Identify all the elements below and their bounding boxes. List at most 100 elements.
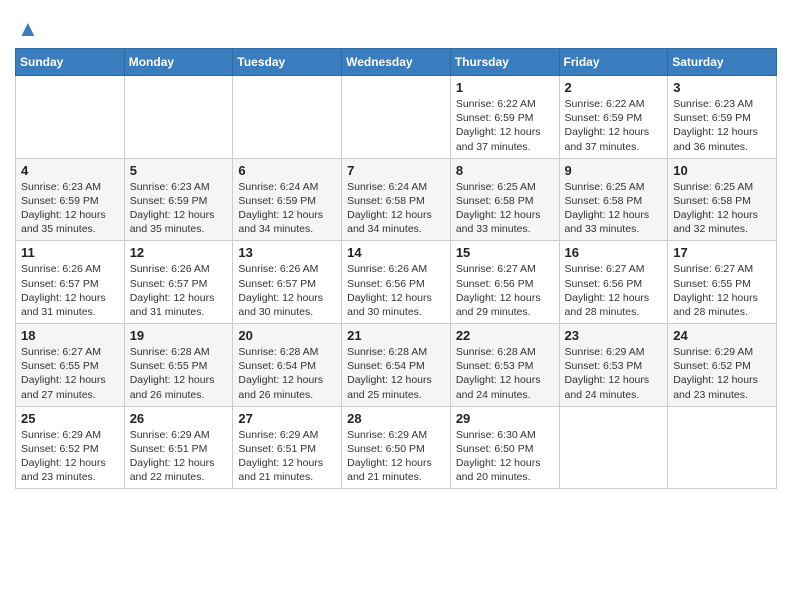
header: ▲ [15, 10, 777, 42]
day-number: 3 [673, 80, 771, 95]
day-number: 9 [565, 163, 663, 178]
day-number: 17 [673, 245, 771, 260]
calendar-day-header: Sunday [16, 49, 125, 76]
day-number: 24 [673, 328, 771, 343]
day-info: Sunrise: 6:23 AM Sunset: 6:59 PM Dayligh… [673, 97, 771, 154]
calendar-cell: 16 Sunrise: 6:27 AM Sunset: 6:56 PM Dayli… [559, 241, 668, 324]
calendar-cell: 9 Sunrise: 6:25 AM Sunset: 6:58 PM Daylig… [559, 158, 668, 241]
calendar-day-header: Saturday [668, 49, 777, 76]
calendar-cell: 18Sunrise: 6:27 AM Sunset: 6:55 PM Dayli… [16, 324, 125, 407]
day-number: 23 [565, 328, 663, 343]
calendar-day-header: Monday [124, 49, 233, 76]
calendar-cell: 10 Sunrise: 6:25 AM Sunset: 6:58 PM Dayli… [668, 158, 777, 241]
day-info: Sunrise: 6:25 AM Sunset: 6:58 PM Dayligh… [456, 180, 554, 237]
day-number: 11 [21, 245, 119, 260]
calendar-cell: 15 Sunrise: 6:27 AM Sunset: 6:56 PM Dayli… [450, 241, 559, 324]
calendar-cell [16, 76, 125, 159]
day-number: 26 [130, 411, 228, 426]
calendar-cell: 11 Sunrise: 6:26 AM Sunset: 6:57 PM Dayli… [16, 241, 125, 324]
day-info: Sunrise: 6:27 AM Sunset: 6:55 PM Dayligh… [673, 262, 771, 319]
day-info: Sunrise: 6:29 AM Sunset: 6:52 PM Dayligh… [21, 428, 119, 485]
calendar-week-row: 4 Sunrise: 6:23 AM Sunset: 6:59 PM Daylig… [16, 158, 777, 241]
calendar-cell: 26 Sunrise: 6:29 AM Sunset: 6:51 PM Dayli… [124, 406, 233, 489]
calendar-cell: 7 Sunrise: 6:24 AM Sunset: 6:58 PM Daylig… [342, 158, 451, 241]
day-info: Sunrise: 6:29 AM Sunset: 6:50 PM Dayligh… [347, 428, 445, 485]
calendar-cell [559, 406, 668, 489]
day-info: Sunrise: 6:23 AM Sunset: 6:59 PM Dayligh… [130, 180, 228, 237]
day-info: Sunrise: 6:28 AM Sunset: 6:54 PM Dayligh… [238, 345, 336, 402]
calendar-cell: 24 Sunrise: 6:29 AM Sunset: 6:52 PM Dayli… [668, 324, 777, 407]
calendar-table: SundayMondayTuesdayWednesdayThursdayFrid… [15, 48, 777, 489]
day-info: Sunrise: 6:27 AM Sunset: 6:55 PM Dayligh… [21, 345, 119, 402]
day-info: Sunrise: 6:25 AM Sunset: 6:58 PM Dayligh… [565, 180, 663, 237]
day-info: Sunrise: 6:30 AM Sunset: 6:50 PM Dayligh… [456, 428, 554, 485]
day-info: Sunrise: 6:26 AM Sunset: 6:57 PM Dayligh… [238, 262, 336, 319]
calendar-day-header: Thursday [450, 49, 559, 76]
day-info: Sunrise: 6:27 AM Sunset: 6:56 PM Dayligh… [456, 262, 554, 319]
calendar-cell: 20 Sunrise: 6:28 AM Sunset: 6:54 PM Dayli… [233, 324, 342, 407]
calendar-cell: 2 Sunrise: 6:22 AM Sunset: 6:59 PM Daylig… [559, 76, 668, 159]
calendar-day-header: Wednesday [342, 49, 451, 76]
day-info: Sunrise: 6:26 AM Sunset: 6:57 PM Dayligh… [21, 262, 119, 319]
calendar-cell: 12Sunrise: 6:26 AM Sunset: 6:57 PM Dayli… [124, 241, 233, 324]
day-number: 22 [456, 328, 554, 343]
calendar-week-row: 25 Sunrise: 6:29 AM Sunset: 6:52 PM Dayli… [16, 406, 777, 489]
day-number: 20 [238, 328, 336, 343]
day-info: Sunrise: 6:24 AM Sunset: 6:59 PM Dayligh… [238, 180, 336, 237]
calendar-cell [342, 76, 451, 159]
day-number: 6 [238, 163, 336, 178]
day-info: Sunrise: 6:29 AM Sunset: 6:52 PM Dayligh… [673, 345, 771, 402]
day-number: 28 [347, 411, 445, 426]
calendar-cell: 14Sunrise: 6:26 AM Sunset: 6:56 PM Dayli… [342, 241, 451, 324]
day-number: 19 [130, 328, 228, 343]
calendar-cell: 29 Sunrise: 6:30 AM Sunset: 6:50 PM Dayli… [450, 406, 559, 489]
day-number: 27 [238, 411, 336, 426]
calendar-header: SundayMondayTuesdayWednesdayThursdayFrid… [16, 49, 777, 76]
calendar-cell: 28 Sunrise: 6:29 AM Sunset: 6:50 PM Dayli… [342, 406, 451, 489]
day-info: Sunrise: 6:22 AM Sunset: 6:59 PM Dayligh… [565, 97, 663, 154]
day-number: 7 [347, 163, 445, 178]
calendar-cell [124, 76, 233, 159]
day-number: 29 [456, 411, 554, 426]
calendar-cell: 4Sunrise: 6:23 AM Sunset: 6:59 PM Daylig… [16, 158, 125, 241]
calendar-cell: 3 Sunrise: 6:23 AM Sunset: 6:59 PM Daylig… [668, 76, 777, 159]
calendar-cell: 23 Sunrise: 6:29 AM Sunset: 6:53 PM Dayli… [559, 324, 668, 407]
calendar-week-row: 18Sunrise: 6:27 AM Sunset: 6:55 PM Dayli… [16, 324, 777, 407]
day-number: 21 [347, 328, 445, 343]
day-info: Sunrise: 6:29 AM Sunset: 6:51 PM Dayligh… [238, 428, 336, 485]
calendar-cell: 21 Sunrise: 6:28 AM Sunset: 6:54 PM Dayli… [342, 324, 451, 407]
day-number: 15 [456, 245, 554, 260]
day-number: 25 [21, 411, 119, 426]
day-info: Sunrise: 6:29 AM Sunset: 6:53 PM Dayligh… [565, 345, 663, 402]
day-number: 2 [565, 80, 663, 95]
calendar-cell [668, 406, 777, 489]
day-number: 12 [130, 245, 228, 260]
day-info: Sunrise: 6:22 AM Sunset: 6:59 PM Dayligh… [456, 97, 554, 154]
day-info: Sunrise: 6:29 AM Sunset: 6:51 PM Dayligh… [130, 428, 228, 485]
logo: ▲ [15, 16, 39, 42]
calendar-cell: 6 Sunrise: 6:24 AM Sunset: 6:59 PM Daylig… [233, 158, 342, 241]
day-info: Sunrise: 6:28 AM Sunset: 6:53 PM Dayligh… [456, 345, 554, 402]
day-number: 16 [565, 245, 663, 260]
day-number: 14 [347, 245, 445, 260]
calendar-cell: 13Sunrise: 6:26 AM Sunset: 6:57 PM Dayli… [233, 241, 342, 324]
calendar-week-row: 1Sunrise: 6:22 AM Sunset: 6:59 PM Daylig… [16, 76, 777, 159]
day-info: Sunrise: 6:28 AM Sunset: 6:54 PM Dayligh… [347, 345, 445, 402]
day-number: 8 [456, 163, 554, 178]
calendar-day-header: Tuesday [233, 49, 342, 76]
day-info: Sunrise: 6:27 AM Sunset: 6:56 PM Dayligh… [565, 262, 663, 319]
day-info: Sunrise: 6:25 AM Sunset: 6:58 PM Dayligh… [673, 180, 771, 237]
calendar-cell: 27 Sunrise: 6:29 AM Sunset: 6:51 PM Dayli… [233, 406, 342, 489]
logo-bird-icon: ▲ [17, 16, 39, 41]
calendar-week-row: 11 Sunrise: 6:26 AM Sunset: 6:57 PM Dayli… [16, 241, 777, 324]
calendar-cell: 25 Sunrise: 6:29 AM Sunset: 6:52 PM Dayli… [16, 406, 125, 489]
day-info: Sunrise: 6:28 AM Sunset: 6:55 PM Dayligh… [130, 345, 228, 402]
day-info: Sunrise: 6:24 AM Sunset: 6:58 PM Dayligh… [347, 180, 445, 237]
calendar-cell [233, 76, 342, 159]
day-number: 10 [673, 163, 771, 178]
calendar-cell: 17 Sunrise: 6:27 AM Sunset: 6:55 PM Dayli… [668, 241, 777, 324]
calendar-cell: 1Sunrise: 6:22 AM Sunset: 6:59 PM Daylig… [450, 76, 559, 159]
day-number: 4 [21, 163, 119, 178]
calendar-cell: 22 Sunrise: 6:28 AM Sunset: 6:53 PM Dayli… [450, 324, 559, 407]
calendar-cell: 8 Sunrise: 6:25 AM Sunset: 6:58 PM Daylig… [450, 158, 559, 241]
